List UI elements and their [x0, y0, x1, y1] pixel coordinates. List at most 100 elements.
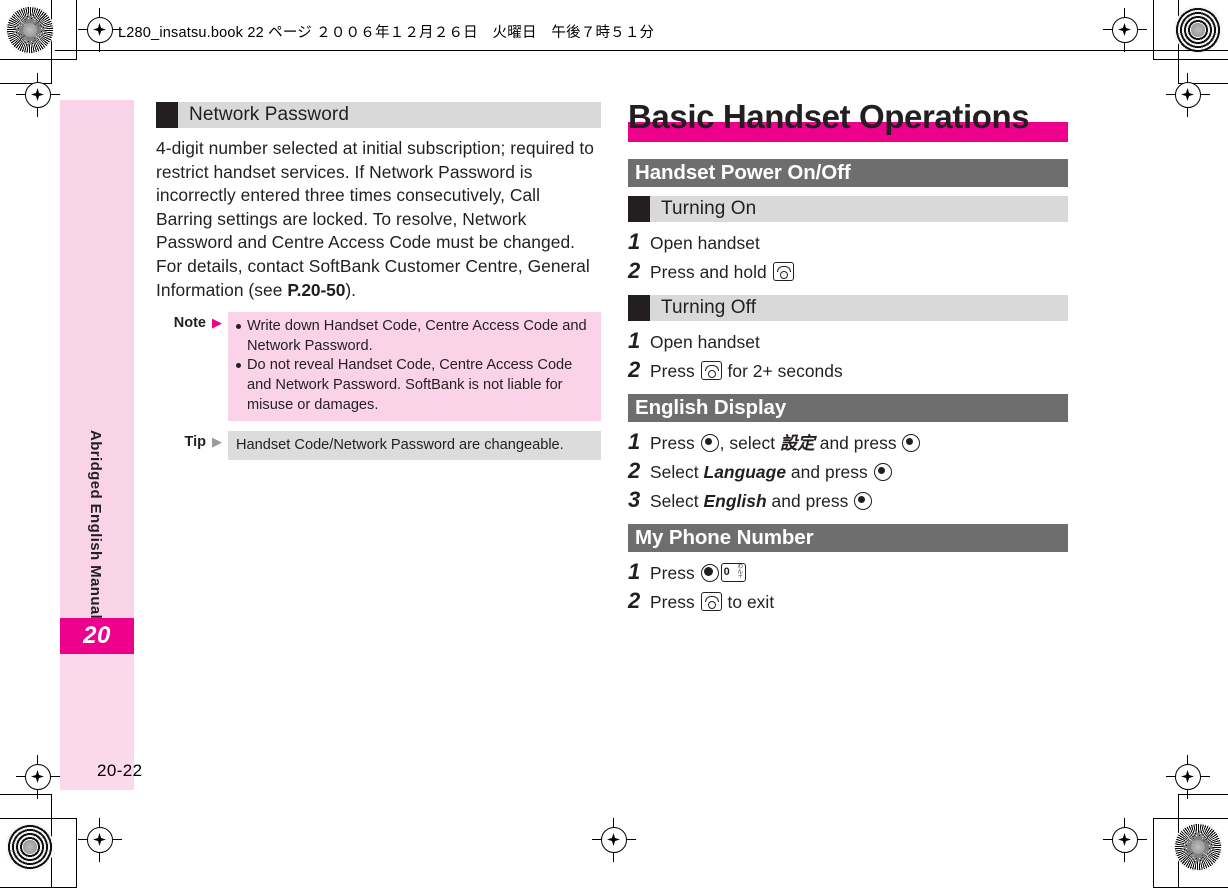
list-item: 1 Open handset — [628, 330, 1068, 353]
subheading-turning-on: Turning On — [628, 196, 1068, 222]
subheading-label: Network Password — [189, 104, 349, 125]
note-box: Write down Handset Code, Centre Access C… — [228, 312, 601, 422]
manual-title-vertical: Abridged English Manual — [87, 430, 104, 620]
step-text: Press , select 設定 and press — [650, 432, 921, 454]
steps-my-phone-number: 1 Press 0 わん＋ 2 Press to exit — [628, 561, 1068, 613]
step-number: 1 — [628, 559, 640, 584]
step-text-post: and press — [786, 462, 873, 482]
network-password-body-text: 4-digit number selected at initial subsc… — [156, 138, 594, 300]
menu-name-japanese: 設定 — [779, 433, 815, 453]
note-label: Note — [173, 315, 206, 332]
list-item: 1 Open handset — [628, 231, 1068, 254]
step-text-pre: Select — [650, 462, 704, 482]
note-row: Note ▶ Write down Handset Code, Centre A… — [156, 312, 601, 422]
power-key-icon — [700, 592, 722, 611]
step-text-pre: Select — [650, 491, 704, 511]
network-password-body: 4-digit number selected at initial subsc… — [156, 137, 601, 302]
step-text: Press for 2+ seconds — [650, 360, 843, 382]
left-column: Network Password 4-digit number selected… — [156, 102, 601, 461]
step-text-mid: , select — [719, 433, 780, 453]
step-text-post: and press — [814, 433, 902, 453]
zero-key-marks: わん＋ — [737, 564, 744, 580]
list-item: 2 Press and hold — [628, 260, 1068, 283]
registration-mark-top-left-icon — [78, 8, 122, 52]
step-number: 1 — [628, 429, 640, 454]
section-header-label: Handset Power On/Off — [635, 161, 851, 184]
step-text-pre: Open handset — [650, 332, 760, 352]
power-key-icon — [772, 262, 794, 281]
page-title: Basic Handset Operations — [628, 98, 1068, 142]
step-number: 2 — [628, 458, 640, 483]
subheading-marker-icon — [628, 196, 650, 222]
note-bullet-list: Write down Handset Code, Centre Access C… — [234, 317, 593, 415]
section-header-label: My Phone Number — [635, 526, 814, 549]
section-header-english-display: English Display — [628, 394, 1068, 422]
step-text-pre: Press and hold — [650, 262, 772, 282]
power-key-icon — [700, 361, 722, 380]
step-text-post: for 2+ seconds — [722, 361, 843, 381]
menu-name: English — [703, 491, 767, 511]
center-key-icon — [700, 564, 719, 582]
list-item: 1 Press 0 わん＋ — [628, 561, 1068, 584]
registration-mark-bottom-center-icon — [592, 818, 636, 862]
subheading-label: Turning On — [661, 198, 757, 219]
step-number: 1 — [628, 328, 640, 353]
right-column: Basic Handset Operations Handset Power O… — [628, 98, 1068, 625]
step-text: Select Language and press — [650, 461, 893, 483]
page-frame-top-rule — [55, 50, 1228, 52]
step-text: Open handset — [650, 232, 760, 254]
subheading-marker-icon — [628, 295, 650, 321]
cross-reference[interactable]: P.20-50 — [287, 280, 345, 300]
step-text: Press to exit — [650, 591, 774, 613]
step-text-pre: Press — [650, 433, 700, 453]
registration-mark-top-right-icon — [1103, 8, 1147, 52]
center-key-icon — [854, 492, 873, 510]
registration-mark-lower-left-icon — [16, 755, 60, 799]
note-arrow-icon: ▶ — [212, 315, 222, 331]
step-text: Open handset — [650, 331, 760, 353]
steps-turning-off: 1 Open handset 2 Press for 2+ seconds — [628, 330, 1068, 382]
step-number: 2 — [628, 258, 640, 283]
step-text: Select English and press — [650, 490, 873, 512]
section-header-label: English Display — [635, 396, 787, 419]
steps-english-display: 1 Press , select 設定 and press 2 Select L… — [628, 431, 1068, 512]
step-number: 2 — [628, 357, 640, 382]
subheading-marker-icon — [156, 102, 178, 128]
moire-target-bottom-left-icon — [6, 823, 54, 871]
moire-target-top-right-icon — [1174, 6, 1222, 54]
menu-name: Language — [703, 462, 787, 482]
center-key-icon — [873, 463, 892, 481]
moire-target-top-left-icon — [6, 6, 54, 54]
running-header: L280_insatsu.book 22 ページ ２００６年１２月２６日 火曜日… — [118, 25, 655, 41]
chapter-tab-number: 20 — [83, 622, 111, 649]
step-number: 2 — [628, 588, 640, 613]
step-text-pre: Press — [650, 592, 700, 612]
step-number: 1 — [628, 229, 640, 254]
section-header-handset-power: Handset Power On/Off — [628, 159, 1068, 187]
subheading-turning-off: Turning Off — [628, 295, 1068, 321]
tip-box: Handset Code/Network Password are change… — [228, 431, 601, 461]
list-item: 1 Press , select 設定 and press — [628, 431, 1068, 454]
printed-page: L280_insatsu.book 22 ページ ２００６年１２月２６日 火曜日… — [0, 0, 1228, 888]
step-text: Press 0 わん＋ — [650, 562, 747, 584]
list-item: 2 Press for 2+ seconds — [628, 359, 1068, 382]
step-text-pre: Open handset — [650, 233, 760, 253]
page-title-text: Basic Handset Operations — [628, 98, 1030, 135]
step-text-pre: Press — [650, 361, 700, 381]
registration-mark-bottom-left-icon — [78, 818, 122, 862]
registration-mark-lower-right-icon — [1166, 755, 1210, 799]
step-text: Press and hold — [650, 261, 795, 283]
step-text-pre: Press — [650, 563, 700, 583]
list-item: 2 Select Language and press — [628, 460, 1068, 483]
section-header-my-phone-number: My Phone Number — [628, 524, 1068, 552]
list-item: Write down Handset Code, Centre Access C… — [234, 317, 593, 356]
zero-key-digit: 0 — [723, 566, 730, 578]
list-item: 2 Press to exit — [628, 590, 1068, 613]
registration-mark-upper-right-icon — [1166, 73, 1210, 117]
page-number: 20-22 — [97, 761, 143, 780]
step-number: 3 — [628, 487, 640, 512]
center-key-icon — [902, 434, 921, 452]
list-item: 3 Select English and press — [628, 489, 1068, 512]
zero-key-icon: 0 わん＋ — [720, 563, 746, 582]
steps-turning-on: 1 Open handset 2 Press and hold — [628, 231, 1068, 283]
